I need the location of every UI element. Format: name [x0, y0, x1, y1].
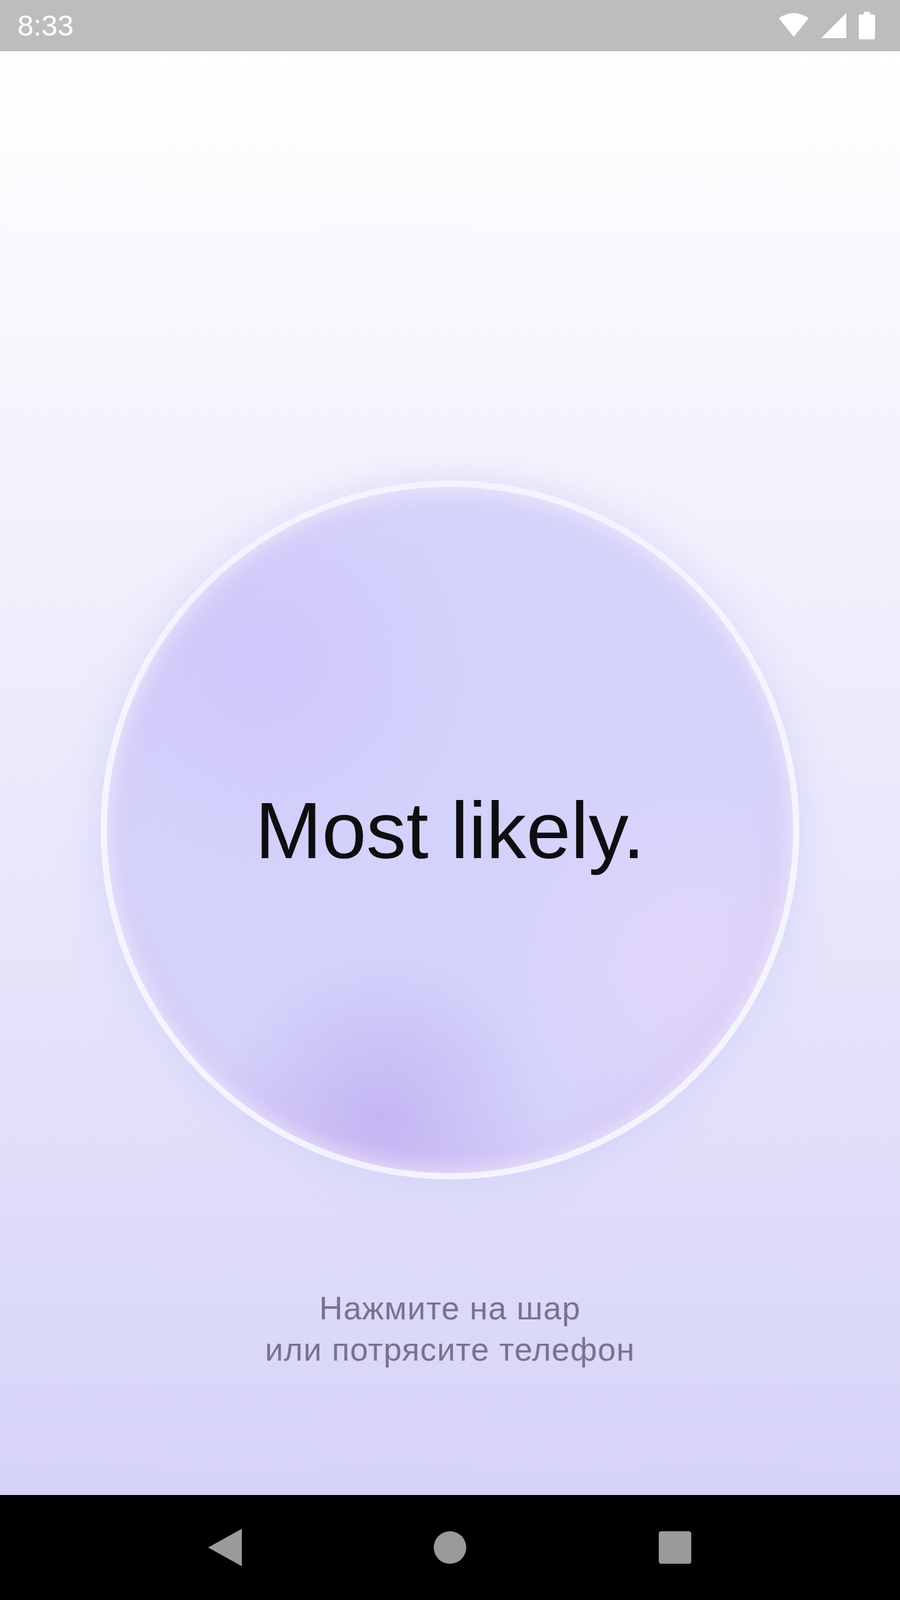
hint-line: Нажмите на шар [319, 1288, 581, 1328]
answer-text: Most likely. [255, 784, 645, 877]
recents-icon [658, 1531, 692, 1564]
back-icon [208, 1528, 242, 1567]
hint: Нажмите на шарили потрясите телефон [265, 1288, 635, 1369]
recents-button[interactable] [637, 1510, 713, 1585]
status-time: 8:33 [17, 8, 74, 43]
status-bar: 8:33 [0, 0, 900, 52]
status-icons [778, 11, 875, 40]
magic-ball[interactable]: Most likely. [100, 480, 800, 1180]
back-button[interactable] [187, 1510, 263, 1585]
signal-icon [821, 13, 847, 39]
battery-icon [858, 11, 875, 40]
wifi-icon [778, 13, 809, 39]
home-icon [433, 1531, 467, 1564]
main-area: Most likely. Нажмите на шарили потрясите … [0, 51, 900, 1495]
navigation-bar [0, 1495, 900, 1600]
screen: 8:33 Most likely. Нажмите на шарили потряс… [0, 0, 900, 1600]
hint-line: или потрясите телефон [265, 1330, 635, 1369]
home-button[interactable] [412, 1510, 488, 1585]
